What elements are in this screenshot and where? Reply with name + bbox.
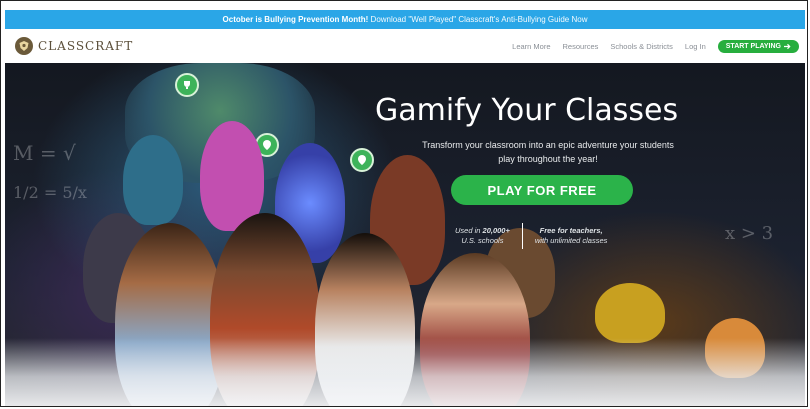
classcraft-shield-icon [15,37,33,55]
announcement-link[interactable]: Download "Well Played" Classcraft's Anti… [371,15,588,24]
nav-resources[interactable]: Resources [563,42,599,51]
character-gold-creature [595,283,665,343]
logo[interactable]: CLASSCRAFT [15,37,133,55]
nav-schools-districts[interactable]: Schools & Districts [610,42,673,51]
browser-frame: October is Bullying Prevention Month! Do… [0,0,808,407]
start-playing-label: START PLAYING [725,42,781,50]
trophy-pin-icon [175,73,199,97]
stat-free-suffix: with unlimited classes [534,236,608,245]
nav-links: Learn More Resources Schools & Districts… [512,39,799,53]
chalk-formula-1: M = √ [13,141,76,165]
character-warrior-green [123,135,183,225]
arrow-right-icon [784,43,791,49]
stat-free-bold: Free for teachers, [539,226,603,235]
hero-section: M = √ 1/2 = 5/x x > 3 Gamify Your Classe… [5,63,805,406]
map-pin-icon-2 [350,148,374,172]
play-for-free-button[interactable]: PLAY FOR FREE [451,175,633,205]
chalk-formula-3: x > 3 [725,223,774,244]
announcement-bar[interactable]: October is Bullying Prevention Month! Do… [5,10,805,29]
stat-schools-value: 20,000+ [482,226,510,235]
stat-schools-suffix: U.S. schools [461,236,504,245]
nav-learn-more[interactable]: Learn More [512,42,550,51]
fog-overlay [5,338,805,406]
hero-stats: Used in 20,000+ U.S. schools Free for te… [455,223,607,249]
nav-log-in[interactable]: Log In [685,42,706,51]
stat-free: Free for teachers, with unlimited classe… [535,226,608,246]
chalk-formula-2: 1/2 = 5/x [13,183,87,202]
top-nav: CLASSCRAFT Learn More Resources Schools … [5,29,805,63]
announcement-bold: October is Bullying Prevention Month! [222,15,369,24]
logo-text: CLASSCRAFT [38,39,134,53]
stats-divider [521,223,523,249]
stat-schools-prefix: Used in [455,226,481,235]
start-playing-button[interactable]: START PLAYING [717,39,799,53]
hero-subtitle: Transform your classroom into an epic ad… [422,140,674,164]
hero-title: Gamify Your Classes [375,93,679,128]
stat-schools: Used in 20,000+ U.S. schools [455,226,510,246]
